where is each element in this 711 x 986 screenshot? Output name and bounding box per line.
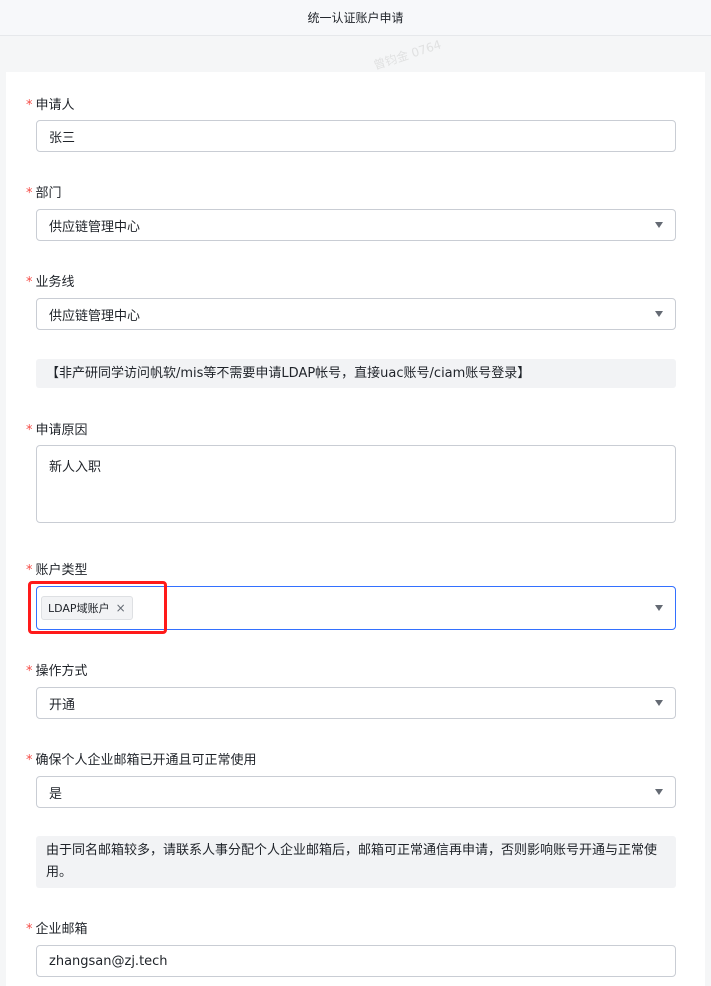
caret-down-icon	[655, 605, 663, 611]
email-notice: 由于同名邮箱较多，请联系人事分配个人企业邮箱后，邮箱可正常通信再申请，否则影响账…	[36, 836, 676, 888]
application-form: * 申请人 张三 * 部门 供应链管理中心 * 业务线 供应链管理中心 【非产研同学访…	[6, 72, 705, 986]
window-title: 统一认证账户申请	[0, 0, 711, 36]
operation-select[interactable]: 开通	[36, 687, 676, 719]
caret-down-icon	[655, 311, 663, 317]
department-label: * 部门	[26, 186, 62, 201]
required-mark: *	[26, 275, 33, 290]
ldap-notice: 【非产研同学访问帆软/mis等不需要申请LDAP帐号，直接uac账号/ciam账…	[36, 359, 676, 388]
business-line-select[interactable]: 供应链管理中心	[36, 298, 676, 330]
email-label: * 企业邮箱	[26, 922, 88, 937]
reason-label: * 申请原因	[26, 423, 88, 438]
required-mark: *	[26, 186, 33, 201]
required-mark: *	[26, 423, 33, 438]
applicant-label: * 申请人	[26, 98, 75, 113]
applicant-input[interactable]: 张三	[36, 120, 676, 152]
required-mark: *	[26, 98, 33, 113]
required-mark: *	[26, 664, 33, 679]
caret-down-icon	[655, 700, 663, 706]
required-mark: *	[26, 922, 33, 937]
caret-down-icon	[655, 222, 663, 228]
department-select[interactable]: 供应链管理中心	[36, 209, 676, 241]
caret-down-icon	[655, 789, 663, 795]
operation-label: * 操作方式	[26, 664, 88, 679]
email-input[interactable]: zhangsan@zj.tech	[36, 945, 676, 977]
email-confirm-select[interactable]: 是	[36, 776, 676, 808]
reason-textarea[interactable]: 新人入职	[36, 445, 676, 523]
account-type-label: * 账户类型	[26, 563, 88, 578]
highlight-box	[28, 581, 167, 634]
required-mark: *	[26, 563, 33, 578]
required-mark: *	[26, 753, 33, 768]
email-confirm-label: * 确保个人企业邮箱已开通且可正常使用	[26, 753, 257, 768]
watermark: 曾钧金 0764	[371, 37, 443, 73]
business-line-label: * 业务线	[26, 275, 75, 290]
